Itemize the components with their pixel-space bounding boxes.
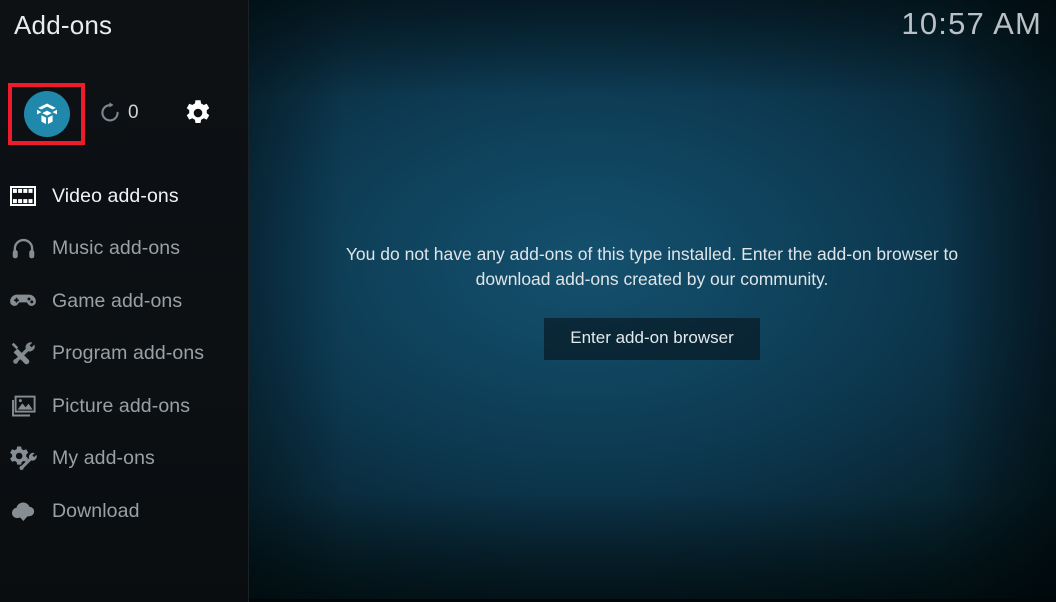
picture-frame-icon (8, 391, 38, 421)
sidebar-item-label: Game add-ons (52, 289, 183, 312)
gear-wrench-icon (8, 444, 38, 474)
headphones-icon (8, 234, 38, 264)
addon-browser-button[interactable] (23, 91, 70, 137)
sidebar-item-label: My add-ons (52, 447, 155, 470)
sidebar-item-video-addons[interactable]: Video add-ons (0, 170, 248, 223)
sidebar: Add-ons 0 Video add-ons Music add-ons Ga… (0, 0, 249, 602)
sidebar-menu: Video add-ons Music add-ons Game add-ons… (0, 170, 248, 538)
film-strip-icon (8, 181, 38, 211)
sidebar-item-label: Download (52, 499, 140, 522)
sidebar-item-label: Picture add-ons (52, 394, 191, 417)
sidebar-item-label: Video add-ons (52, 184, 179, 207)
sidebar-item-picture-addons[interactable]: Picture add-ons (0, 380, 248, 433)
sidebar-toolbar: 0 (0, 83, 248, 145)
kodi-addons-window: 10:57 AM You do not have any add-ons of … (0, 0, 1056, 602)
empty-state-panel: You do not have any add-ons of this type… (248, 0, 1056, 602)
sidebar-item-label: Program add-ons (52, 342, 205, 365)
sidebar-item-program-addons[interactable]: Program add-ons (0, 328, 248, 381)
sidebar-item-my-addons[interactable]: My add-ons (0, 433, 248, 486)
enter-addon-browser-button[interactable]: Enter add-on browser (544, 318, 760, 360)
sidebar-item-label: Music add-ons (52, 237, 181, 260)
empty-state-message: You do not have any add-ons of this type… (345, 244, 959, 289)
screwdriver-wrench-icon (8, 339, 38, 369)
open-box-icon (33, 100, 61, 128)
sidebar-item-music-addons[interactable]: Music add-ons (0, 223, 248, 276)
addon-browser-highlight-box (8, 83, 85, 145)
sidebar-item-game-addons[interactable]: Game add-ons (0, 275, 248, 328)
cloud-download-icon (8, 496, 38, 526)
gear-icon[interactable] (183, 98, 213, 128)
refresh-icon[interactable] (98, 101, 122, 125)
page-title: Add-ons (14, 10, 113, 40)
gamepad-icon (8, 286, 38, 316)
sidebar-item-download[interactable]: Download (0, 485, 248, 538)
update-count: 0 (128, 102, 139, 123)
